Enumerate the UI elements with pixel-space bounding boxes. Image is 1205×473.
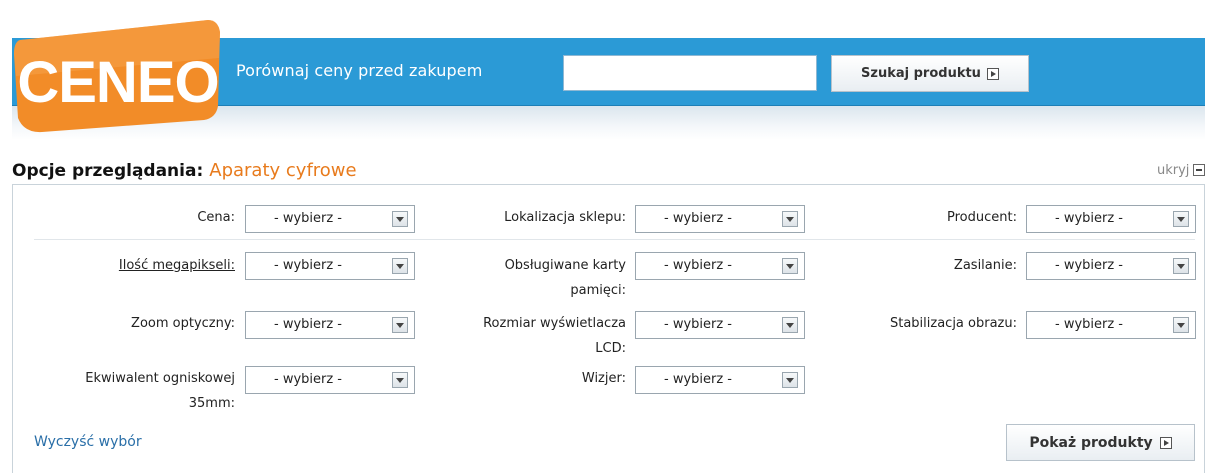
chevron-down-icon — [782, 317, 798, 333]
chevron-down-icon — [1173, 211, 1189, 227]
chevron-down-icon — [782, 372, 798, 388]
play-arrow-icon — [986, 67, 999, 80]
options-title-label: Opcje przeglądania: — [12, 161, 204, 181]
chevron-down-icon — [782, 258, 798, 274]
select-lokalizacja-value: - wybierz - — [664, 211, 733, 226]
select-wizjer[interactable]: - wybierz - — [635, 366, 805, 394]
select-karty-value: - wybierz - — [664, 258, 733, 273]
play-arrow-icon — [1159, 436, 1172, 449]
select-lcd[interactable]: - wybierz - — [635, 311, 805, 339]
tagline: Porównaj ceny przed zakupem — [236, 61, 483, 80]
ceneo-logo[interactable]: CENEO — [12, 18, 222, 133]
filter-label-ekwiwalent-line2: 35mm: — [188, 396, 235, 411]
select-stabilizacja-value: - wybierz - — [1055, 317, 1124, 332]
chevron-down-icon — [1173, 258, 1189, 274]
chevron-down-icon — [392, 211, 408, 227]
filter-label-ekwiwalent-line1: Ekwiwalent ogniskowej — [85, 371, 235, 386]
select-producent-value: - wybierz - — [1055, 211, 1124, 226]
search-input[interactable] — [563, 55, 817, 91]
collapse-minus-icon[interactable] — [1193, 164, 1205, 176]
category-name: Aparaty cyfrowe — [209, 160, 357, 181]
search-button-label: Szukaj produktu — [861, 66, 981, 81]
show-products-label: Pokaż produkty — [1029, 434, 1153, 451]
filter-label-karty-line1: Obsługiwane karty — [504, 258, 626, 273]
select-zasilanie[interactable]: - wybierz - — [1026, 252, 1196, 280]
clear-selection-link[interactable]: Wyczyść wybór — [34, 434, 142, 450]
filter-label-karty-line2: pamięci: — [570, 283, 626, 298]
search-button[interactable]: Szukaj produktu — [831, 55, 1029, 92]
filter-label-wizjer: Wizjer: — [581, 371, 626, 386]
chevron-down-icon — [782, 211, 798, 227]
select-ekwiwalent-value: - wybierz - — [274, 372, 343, 387]
options-title: Opcje przeglądania: Aparaty cyfrowe — [12, 160, 357, 181]
logo-text: CENEO — [17, 50, 218, 115]
filter-label-lokalizacja: Lokalizacja sklepu: — [504, 210, 626, 225]
select-megapiksele[interactable]: - wybierz - — [245, 252, 415, 280]
filter-label-lcd-line1: Rozmiar wyświetlacza — [483, 316, 626, 331]
select-ekwiwalent[interactable]: - wybierz - — [245, 366, 415, 394]
chevron-down-icon — [392, 258, 408, 274]
select-lcd-value: - wybierz - — [664, 317, 733, 332]
select-cena-value: - wybierz - — [274, 211, 343, 226]
filter-label-zasilanie: Zasilanie: — [953, 258, 1017, 273]
select-karty-pamieci[interactable]: - wybierz - — [635, 252, 805, 280]
filter-label-producent: Producent: — [947, 210, 1017, 225]
hide-link[interactable]: ukryj — [1157, 163, 1189, 178]
filter-label-cena: Cena: — [197, 210, 235, 225]
chevron-down-icon — [392, 317, 408, 333]
chevron-down-icon — [392, 372, 408, 388]
row-divider — [34, 239, 1195, 240]
select-lokalizacja[interactable]: - wybierz - — [635, 205, 805, 233]
filter-label-stabilizacja: Stabilizacja obrazu: — [889, 316, 1017, 331]
select-megapiksele-value: - wybierz - — [274, 258, 343, 273]
filter-label-megapiksele[interactable]: Ilość megapikseli: — [60, 255, 235, 277]
show-products-button[interactable]: Pokaż produkty — [1006, 424, 1195, 461]
select-zasilanie-value: - wybierz - — [1055, 258, 1124, 273]
select-zoom-value: - wybierz - — [274, 317, 343, 332]
select-stabilizacja[interactable]: - wybierz - — [1026, 311, 1196, 339]
select-zoom[interactable]: - wybierz - — [245, 311, 415, 339]
select-producent[interactable]: - wybierz - — [1026, 205, 1196, 233]
select-wizjer-value: - wybierz - — [664, 372, 733, 387]
filter-label-zoom: Zoom optyczny: — [131, 316, 235, 331]
chevron-down-icon — [1173, 317, 1189, 333]
select-cena[interactable]: - wybierz - — [245, 205, 415, 233]
filter-label-lcd-line2: LCD: — [595, 341, 626, 356]
